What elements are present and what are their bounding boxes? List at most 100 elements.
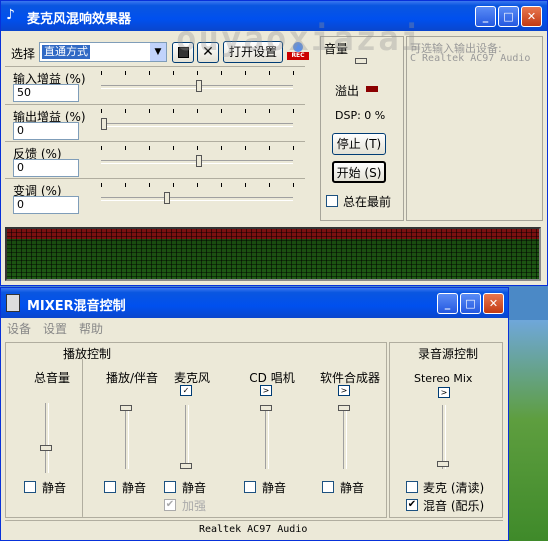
mixer-status: Realtek AC97 Audio bbox=[199, 524, 308, 535]
channel-thumb[interactable] bbox=[180, 463, 192, 469]
slider-value-field[interactable]: 50 bbox=[13, 84, 79, 102]
channel-track bbox=[343, 405, 347, 469]
menu-help[interactable]: 帮助 bbox=[79, 320, 103, 337]
start-button[interactable]: 开始 (S) bbox=[332, 161, 386, 183]
main-window: ♪ 麦克风混响效果器 _ □ ✕ 选择 直通方式 ▼ ✕ 打开设置 REC 输入… bbox=[0, 0, 548, 286]
mixer-statusbar: Realtek AC97 Audio bbox=[5, 520, 503, 539]
menu-settings[interactable]: 设置 bbox=[43, 320, 67, 337]
slider-ticks bbox=[101, 109, 295, 113]
watermark: ouyaoxiazai bbox=[176, 19, 424, 59]
record-mix-checkbox[interactable]: ✔ bbox=[406, 499, 418, 511]
mute-label: 静音 bbox=[42, 481, 67, 495]
slider-track bbox=[101, 123, 293, 127]
slider-row: 输出增益 (%) 0 bbox=[5, 104, 305, 141]
channel-select-button[interactable]: > bbox=[338, 385, 350, 396]
device-panel: 可选输入输出设备: C Realtek AC97 Audio bbox=[406, 36, 543, 221]
mute-label: 静音 bbox=[340, 481, 365, 495]
channel-track bbox=[185, 405, 189, 469]
channel-name: 麦克风 bbox=[173, 371, 210, 385]
record-panel: 录音源控制 Stereo Mix > 麦克 (清读) ✔ 混音 (配乐) bbox=[389, 342, 503, 518]
channel-thumb[interactable] bbox=[260, 405, 272, 411]
always-on-top-label: 总在最前 bbox=[343, 195, 392, 209]
channel-name: CD 唱机 bbox=[249, 371, 295, 385]
slider-thumb[interactable] bbox=[196, 155, 202, 167]
menu-device[interactable]: 设备 bbox=[7, 320, 31, 337]
mixer-app-icon bbox=[6, 294, 20, 312]
volume-slider[interactable] bbox=[331, 58, 391, 66]
desktop-background bbox=[505, 320, 548, 541]
mixer-close-button[interactable]: ✕ bbox=[483, 293, 504, 314]
channel-name: 软件合成器 bbox=[320, 371, 381, 385]
mute-checkbox[interactable] bbox=[164, 481, 176, 493]
mute-label: 静音 bbox=[182, 481, 207, 495]
stereo-mix-thumb[interactable] bbox=[437, 461, 449, 467]
stereo-mix-select-button[interactable]: > bbox=[438, 387, 450, 398]
slider-ticks bbox=[101, 146, 295, 150]
boost-checkbox[interactable]: ✔ bbox=[164, 499, 176, 511]
channel-thumb[interactable] bbox=[338, 405, 350, 411]
record-mic-checkbox[interactable] bbox=[406, 481, 418, 493]
mixer-maximize-button[interactable]: □ bbox=[460, 293, 481, 314]
record-mix-label: 混音 (配乐) bbox=[423, 499, 485, 513]
stop-label: 停止 (T) bbox=[336, 137, 382, 151]
mute-checkbox[interactable] bbox=[322, 481, 334, 493]
overflow-indicator bbox=[366, 86, 378, 92]
channel-name: 总音量 bbox=[33, 371, 70, 385]
mute-checkbox[interactable] bbox=[104, 481, 116, 493]
record-group-label: 录音源控制 bbox=[416, 345, 481, 362]
chevron-down-icon[interactable]: ▼ bbox=[150, 43, 166, 61]
playback-panel: 播放控制 总音量 静音 播放/伴音 静音 麦克风 ✓ 静音 ✔ 加强 CD 唱机 > 静音 软件合成器 >… bbox=[5, 342, 387, 518]
select-label: 选择 bbox=[11, 47, 36, 61]
start-label: 开始 (S) bbox=[336, 166, 382, 180]
mute-checkbox[interactable] bbox=[24, 481, 36, 493]
device-name[interactable]: C Realtek AC97 Audio bbox=[410, 53, 530, 64]
mixer-titlebar[interactable]: MIXER混音控制 _ □ ✕ bbox=[1, 288, 508, 318]
slider-value-field[interactable]: 0 bbox=[13, 122, 79, 140]
stereo-mix-track bbox=[442, 405, 446, 469]
channel-name: 播放/伴音 bbox=[105, 371, 159, 385]
controls-panel: 选择 直通方式 ▼ ✕ 打开设置 REC 输入增益 (%) 50 输出增益 (%) 0… bbox=[5, 36, 319, 221]
channel-select-button[interactable]: ✓ bbox=[180, 385, 192, 396]
main-title: 麦克风混响效果器 bbox=[27, 12, 132, 27]
slider-track bbox=[101, 197, 293, 201]
mixer-minimize-button[interactable]: _ bbox=[437, 293, 458, 314]
channel-thumb[interactable] bbox=[40, 445, 52, 451]
mode-select[interactable]: 直通方式 ▼ bbox=[39, 42, 167, 62]
app-icon: ♪ bbox=[6, 7, 15, 23]
mode-value: 直通方式 bbox=[42, 45, 90, 59]
overflow-label: 溢出 bbox=[335, 84, 360, 98]
playback-group-label: 播放控制 bbox=[61, 345, 114, 362]
mute-checkbox[interactable] bbox=[244, 481, 256, 493]
mixer-title: MIXER混音控制 bbox=[27, 299, 126, 314]
slider-ticks bbox=[101, 71, 295, 75]
minimize-button[interactable]: _ bbox=[475, 6, 496, 27]
slider-thumb[interactable] bbox=[164, 192, 170, 204]
slider-row: 反馈 (%) 0 bbox=[5, 141, 305, 178]
stereo-mix-label: Stereo Mix bbox=[414, 372, 473, 385]
boost-label: 加强 bbox=[182, 499, 207, 513]
stop-button[interactable]: 停止 (T) bbox=[332, 133, 386, 155]
channel-select-button[interactable]: > bbox=[260, 385, 272, 396]
channel-thumb[interactable] bbox=[120, 405, 132, 411]
slider-thumb[interactable] bbox=[101, 118, 107, 130]
slider-row: 变调 (%) 0 bbox=[5, 178, 305, 215]
slider-ticks bbox=[101, 183, 295, 187]
maximize-button[interactable]: □ bbox=[498, 6, 519, 27]
volume-panel: 音量 溢出 DSP: 0 % 停止 (T) 开始 (S) 总在最前 bbox=[320, 36, 404, 221]
slider-thumb[interactable] bbox=[196, 80, 202, 92]
mixer-window: MIXER混音控制 _ □ ✕ 设备 设置 帮助 播放控制 总音量静音 播放/伴音… bbox=[0, 287, 509, 541]
slider-value-field[interactable]: 0 bbox=[13, 159, 79, 177]
always-on-top-checkbox[interactable] bbox=[326, 195, 338, 207]
dsp-label: DSP: 0 % bbox=[335, 109, 386, 122]
record-mic-label: 麦克 (清读) bbox=[423, 481, 485, 495]
mute-label: 静音 bbox=[122, 481, 147, 495]
master-separator bbox=[82, 359, 83, 517]
channel-track bbox=[265, 405, 269, 469]
channel-track bbox=[125, 405, 129, 469]
slider-value-field[interactable]: 0 bbox=[13, 196, 79, 214]
close-button[interactable]: ✕ bbox=[521, 6, 542, 27]
slider-row: 输入增益 (%) 50 bbox=[5, 66, 305, 103]
mute-label: 静音 bbox=[262, 481, 287, 495]
channel-track bbox=[45, 403, 49, 473]
spectrum-display bbox=[5, 227, 541, 281]
